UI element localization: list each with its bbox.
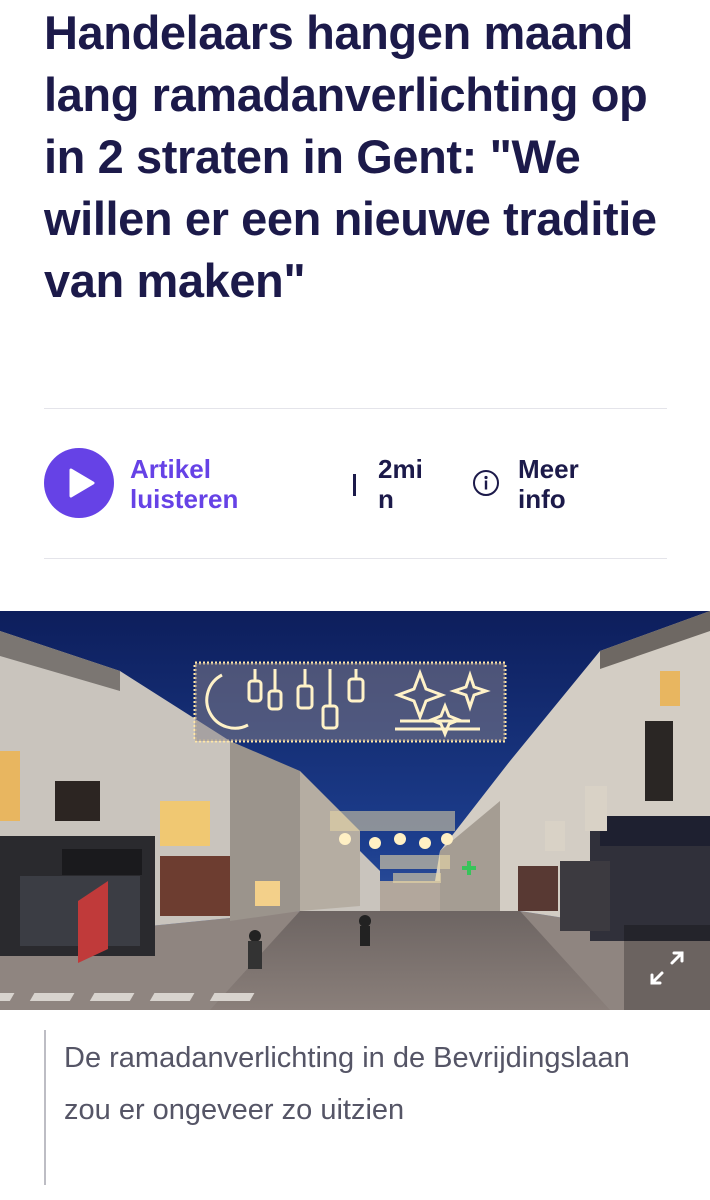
listen-article-link[interactable]: Artikel luisteren: [130, 454, 280, 514]
article-headline: Handelaars hangen maand lang ramadanverl…: [44, 6, 657, 307]
street-illustration: [0, 611, 710, 1010]
expand-image-button[interactable]: [624, 925, 710, 1010]
audio-duration: 2min: [378, 454, 423, 514]
expand-icon: [624, 925, 710, 1010]
info-icon[interactable]: [472, 469, 500, 497]
top-divider: [44, 408, 667, 409]
photo-caption: De ramadanverlichting in de Bevrijdingsl…: [64, 1042, 630, 1126]
photo-caption-block: De ramadanverlichting in de Bevrijdingsl…: [44, 1030, 664, 1185]
bottom-divider: [44, 558, 667, 559]
play-icon: [69, 468, 95, 498]
separator: [353, 474, 356, 496]
article-photo[interactable]: [0, 611, 710, 1010]
audio-player-bar: Artikel luisteren 2min Meer info: [44, 410, 667, 557]
more-info-link[interactable]: Meer info: [518, 454, 618, 514]
play-button[interactable]: [44, 448, 114, 518]
